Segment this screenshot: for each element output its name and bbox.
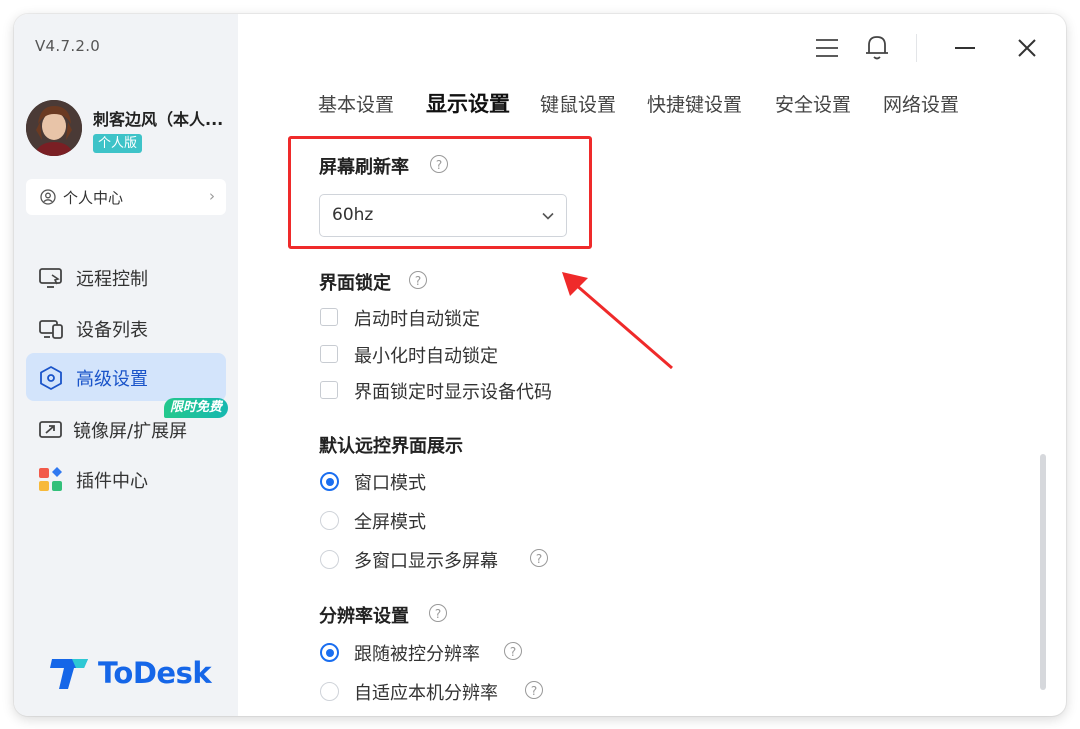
sidebar-item-advanced-settings[interactable]: 高级设置 — [26, 353, 226, 401]
refresh-rate-value: 60hz — [332, 205, 374, 225]
sidebar-item-label: 设备列表 — [76, 320, 148, 341]
version-label: V4.7.2.0 — [35, 37, 101, 55]
sidebar-item-device-list[interactable]: 设备列表 — [26, 304, 226, 352]
plugin-grid-icon — [39, 467, 62, 491]
tab-basic[interactable]: 基本设置 — [318, 90, 394, 117]
radio-label: 窗口模式 — [354, 473, 426, 494]
close-icon[interactable] — [1015, 36, 1039, 60]
checkbox-label: 最小化时自动锁定 — [354, 346, 498, 367]
resolution-title: 分辨率设置 — [319, 606, 409, 627]
avatar[interactable] — [26, 100, 82, 156]
user-circle-icon — [40, 189, 56, 205]
help-icon[interactable]: ? — [504, 642, 522, 660]
sidebar-item-label: 镜像屏/扩展屏 — [73, 421, 188, 442]
hexagon-settings-icon — [40, 366, 62, 390]
chevron-down-icon — [542, 212, 554, 220]
mirror-screen-icon — [39, 421, 62, 438]
sidebar-item-label: 插件中心 — [76, 471, 148, 492]
todesk-logo: ToDesk — [50, 654, 220, 694]
sidebar-item-label: 远程控制 — [76, 269, 148, 290]
remote-desktop-icon — [39, 268, 62, 288]
radio-button[interactable] — [320, 511, 339, 530]
radio-label: 跟随被控分辨率 — [354, 644, 480, 665]
tab-keyboard-mouse[interactable]: 键鼠设置 — [540, 90, 616, 117]
tab-shortcuts[interactable]: 快捷键设置 — [647, 90, 742, 117]
tab-display[interactable]: 显示设置 — [426, 88, 510, 118]
bell-icon[interactable] — [864, 33, 890, 61]
radio-button[interactable] — [320, 550, 339, 569]
sidebar-item-label: 高级设置 — [76, 369, 148, 390]
sidebar-item-remote-control[interactable]: 远程控制 — [26, 253, 226, 301]
sidebar-item-plugin-center[interactable]: 插件中心 — [26, 455, 226, 503]
titlebar-divider — [916, 34, 917, 62]
checkbox[interactable] — [320, 308, 338, 326]
edition-badge: 个人版 — [93, 134, 143, 153]
checkbox-label: 界面锁定时显示设备代码 — [354, 382, 552, 403]
refresh-rate-title: 屏幕刷新率 — [319, 157, 409, 178]
tab-security[interactable]: 安全设置 — [775, 90, 851, 117]
personal-center-label: 个人中心 — [63, 189, 124, 207]
promo-badge: 限时免费 — [164, 398, 229, 418]
app-window: V4.7.2.0 刺客边风（本人... 个人版 个人中心 › 远程控制 设备列表… — [14, 14, 1066, 716]
personal-center-button[interactable]: 个人中心 › — [26, 179, 226, 215]
interface-lock-title: 界面锁定 — [319, 273, 391, 294]
device-list-icon — [39, 320, 63, 339]
default-display-title: 默认远控界面展示 — [319, 436, 463, 457]
brand-name: ToDesk — [98, 656, 212, 690]
user-name: 刺客边风（本人... — [93, 110, 224, 129]
checkbox[interactable] — [320, 345, 338, 363]
sidebar: V4.7.2.0 刺客边风（本人... 个人版 个人中心 › 远程控制 设备列表… — [14, 14, 238, 716]
help-icon[interactable]: ? — [530, 549, 548, 567]
checkbox-label: 启动时自动锁定 — [354, 309, 480, 330]
radio-button[interactable] — [320, 472, 339, 491]
annotation-arrow — [562, 272, 673, 370]
menu-icon[interactable] — [814, 36, 840, 60]
checkbox[interactable] — [320, 381, 338, 399]
scrollbar[interactable] — [1040, 454, 1046, 690]
radio-label: 自适应本机分辨率 — [354, 683, 498, 704]
help-icon[interactable]: ? — [429, 604, 447, 622]
help-icon[interactable]: ? — [430, 155, 448, 173]
chevron-right-icon: › — [209, 187, 215, 205]
refresh-rate-select[interactable]: 60hz — [319, 194, 567, 237]
minimize-icon[interactable] — [953, 36, 977, 60]
help-icon[interactable]: ? — [409, 271, 427, 289]
help-icon[interactable]: ? — [525, 681, 543, 699]
radio-button[interactable] — [320, 682, 339, 701]
todesk-logo-icon — [50, 659, 88, 689]
radio-button[interactable] — [320, 643, 339, 662]
radio-label: 全屏模式 — [354, 512, 426, 533]
tab-network[interactable]: 网络设置 — [883, 90, 959, 117]
radio-label: 多窗口显示多屏幕 — [354, 551, 498, 572]
